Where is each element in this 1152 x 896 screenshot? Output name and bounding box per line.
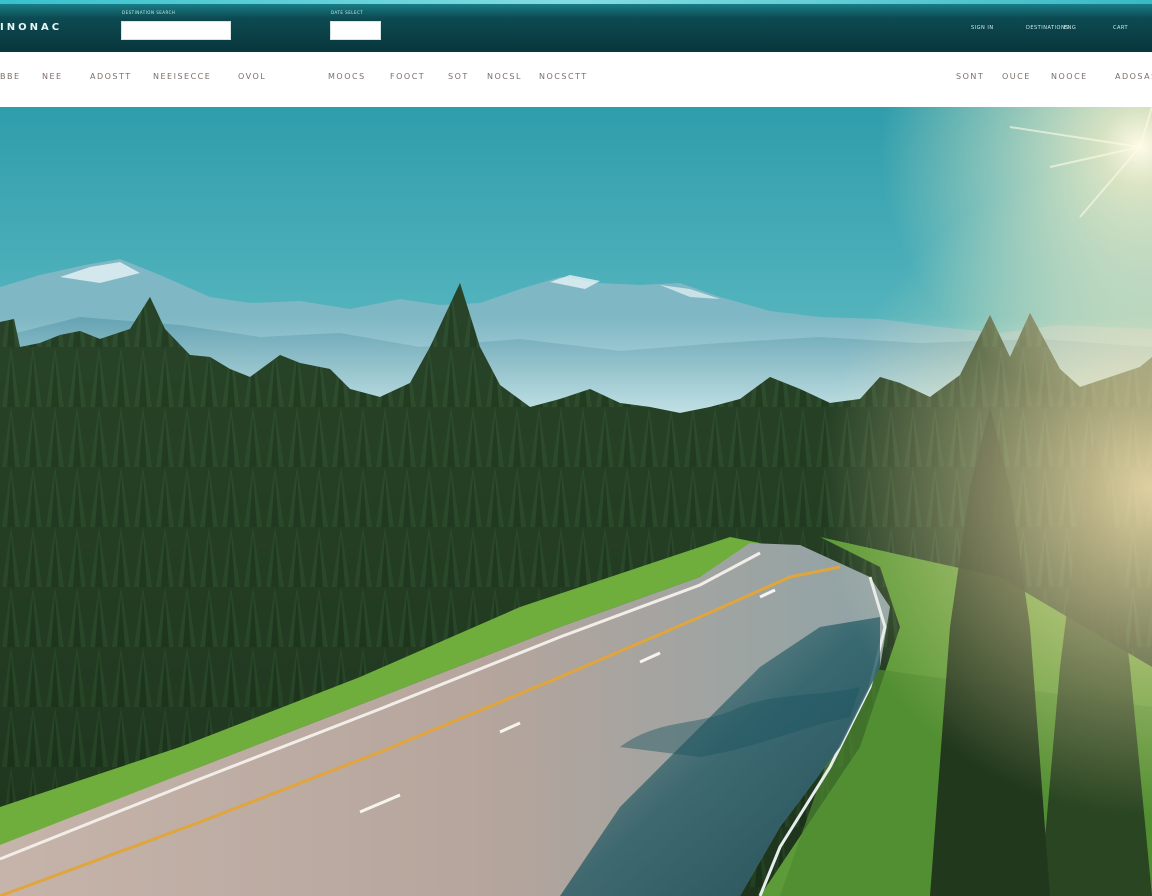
nav-item-4[interactable]: NEEISECCE: [153, 72, 211, 81]
hero-image: [0, 107, 1152, 896]
site-logo[interactable]: INONAC: [0, 22, 62, 33]
date-input[interactable]: [330, 21, 381, 40]
utility-link-sign-in[interactable]: SIGN IN: [971, 25, 994, 31]
nav-item-13[interactable]: NOOCE: [1051, 72, 1088, 81]
search-field-2-label: DATE SELECT: [331, 10, 364, 15]
nav-item-3[interactable]: ADOSTT: [90, 72, 132, 81]
nav-item-10[interactable]: NOCSCTT: [539, 72, 588, 81]
search-input[interactable]: [121, 21, 231, 40]
top-bar: INONAC DESTINATION SEARCH DATE SELECT SI…: [0, 0, 1152, 52]
main-nav: BBE NEE ADOSTT NEEISECCE OVOL MOOCS FOOC…: [0, 52, 1152, 107]
nav-item-9[interactable]: NOCSL: [487, 72, 522, 81]
nav-item-5[interactable]: OVOL: [238, 72, 266, 81]
utility-link-language[interactable]: ENG: [1064, 25, 1076, 31]
nav-item-2[interactable]: NEE: [42, 72, 63, 81]
nav-item-14[interactable]: ADOSAS: [1115, 72, 1152, 81]
nav-item-11[interactable]: SONT: [956, 72, 984, 81]
nav-item-8[interactable]: SOT: [448, 72, 469, 81]
search-field-1-label: DESTINATION SEARCH: [122, 10, 176, 15]
nav-item-7[interactable]: FOOCT: [390, 72, 425, 81]
nav-item-1[interactable]: BBE: [0, 72, 21, 81]
utility-link-cart[interactable]: CART: [1113, 25, 1128, 31]
hero-scene: [0, 107, 1152, 896]
utility-link-destinations[interactable]: DESTINATIONS: [1026, 25, 1069, 31]
nav-item-6[interactable]: MOOCS: [328, 72, 366, 81]
nav-item-12[interactable]: OUCE: [1002, 72, 1031, 81]
